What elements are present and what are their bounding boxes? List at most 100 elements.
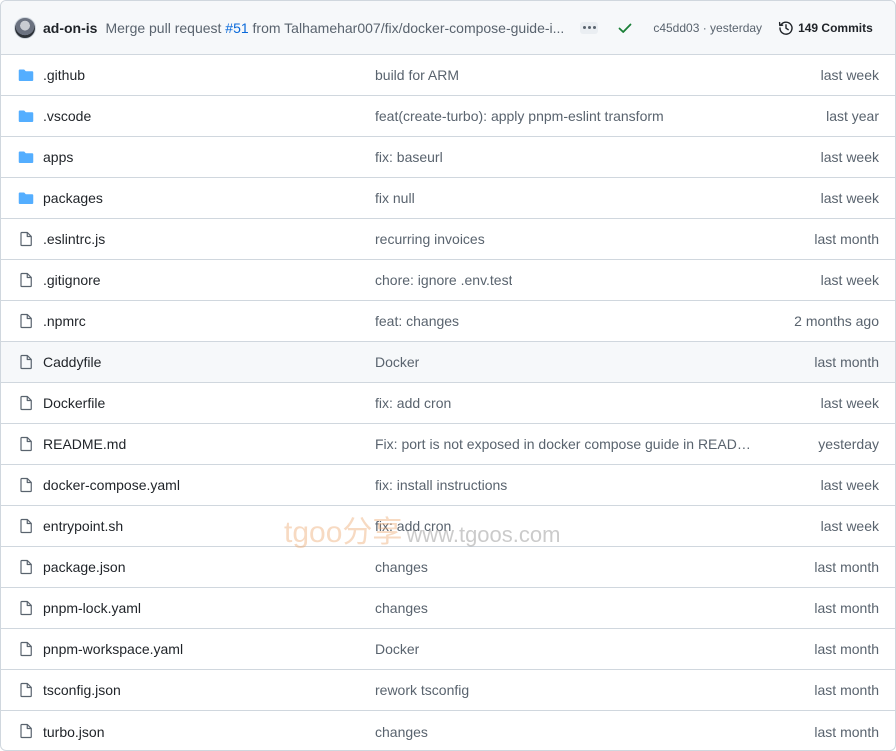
file-icon: [18, 641, 34, 657]
folder-icon: [18, 67, 34, 83]
file-commit-message-link[interactable]: changes: [375, 600, 428, 616]
file-row[interactable]: .eslintrc.js recurring invoices last month: [1, 219, 895, 260]
file-name-link[interactable]: turbo.json: [43, 724, 104, 740]
file-row[interactable]: tsconfig.json rework tsconfig last month: [1, 670, 895, 711]
file-row[interactable]: pnpm-lock.yaml changes last month: [1, 588, 895, 629]
file-icon: [18, 682, 34, 698]
file-row[interactable]: pnpm-workspace.yaml Docker last month: [1, 629, 895, 670]
file-row[interactable]: .npmrc feat: changes 2 months ago: [1, 301, 895, 342]
file-browser: ad-on-is Merge pull request #51 from Tal…: [0, 0, 896, 751]
file-row[interactable]: .github build for ARM last week: [1, 55, 895, 96]
file-commit-date: last month: [814, 231, 879, 247]
file-commit-message-link[interactable]: changes: [375, 724, 428, 740]
file-name-link[interactable]: README.md: [43, 436, 126, 452]
file-commit-message-link[interactable]: fix: add cron: [375, 395, 451, 411]
file-name-link[interactable]: packages: [43, 190, 103, 206]
file-commit-message-link[interactable]: Fix: port is not exposed in docker compo…: [375, 436, 760, 452]
file-commit-message-link[interactable]: fix: add cron: [375, 518, 451, 534]
commit-message[interactable]: Merge pull request #51 from Talhamehar00…: [105, 20, 564, 36]
file-icon: [18, 559, 34, 575]
history-icon: [778, 21, 793, 35]
file-commit-message-link[interactable]: fix: baseurl: [375, 149, 443, 165]
file-icon: [18, 723, 34, 739]
file-commit-message-link[interactable]: feat(create-turbo): apply pnpm-eslint tr…: [375, 108, 664, 124]
file-icon: [18, 436, 34, 452]
file-commit-date: 2 months ago: [794, 313, 879, 329]
file-commit-date: last week: [820, 395, 879, 411]
file-commit-date: last month: [814, 600, 879, 616]
file-name-link[interactable]: Caddyfile: [43, 354, 101, 370]
file-name-link[interactable]: Dockerfile: [43, 395, 105, 411]
folder-icon: [18, 108, 34, 124]
ellipsis-icon[interactable]: [580, 21, 599, 34]
commit-message-suffix: from Talhamehar007/fix/docker-compose-gu…: [248, 19, 565, 36]
file-name-link[interactable]: .vscode: [43, 108, 91, 124]
file-row[interactable]: .gitignore chore: ignore .env.test last we…: [1, 260, 895, 301]
file-commit-date: last week: [820, 518, 879, 534]
file-commit-message-link[interactable]: Docker: [375, 641, 419, 657]
file-name-link[interactable]: .npmrc: [43, 313, 86, 329]
file-commit-message-link[interactable]: recurring invoices: [375, 231, 485, 247]
latest-commit-bar: ad-on-is Merge pull request #51 from Tal…: [1, 1, 895, 55]
file-commit-message-link[interactable]: feat: changes: [375, 313, 459, 329]
file-commit-date: last week: [820, 190, 879, 206]
file-row[interactable]: package.json changes last month: [1, 547, 895, 588]
commits-count: 149 Commits: [798, 20, 873, 35]
file-row[interactable]: Caddyfile Docker last month: [1, 342, 895, 383]
file-commit-date: last year: [826, 108, 879, 124]
file-commit-date: last month: [814, 641, 879, 657]
pr-link[interactable]: #51: [225, 20, 248, 36]
file-row[interactable]: Dockerfile fix: add cron last week: [1, 383, 895, 424]
file-name-link[interactable]: .github: [43, 67, 85, 83]
file-icon: [18, 231, 34, 247]
commits-history-link[interactable]: 149 Commits: [778, 20, 873, 36]
check-icon[interactable]: [617, 20, 633, 36]
file-row[interactable]: docker-compose.yaml fix: install instruct…: [1, 465, 895, 506]
file-icon: [18, 395, 34, 411]
folder-icon: [18, 149, 34, 165]
author-avatar[interactable]: [14, 16, 36, 39]
file-row[interactable]: README.md Fix: port is not exposed in doc…: [1, 424, 895, 465]
file-icon: [18, 600, 34, 616]
file-commit-message-link[interactable]: chore: ignore .env.test: [375, 272, 512, 288]
file-name-link[interactable]: entrypoint.sh: [43, 518, 123, 534]
file-row[interactable]: turbo.json changes last month: [1, 711, 895, 750]
file-row[interactable]: .vscode feat(create-turbo): apply pnpm-es…: [1, 96, 895, 137]
file-row[interactable]: apps fix: baseurl last week: [1, 137, 895, 178]
file-commit-date: last week: [820, 67, 879, 83]
file-commit-date: last month: [814, 723, 879, 740]
file-commit-date: last month: [814, 682, 879, 698]
file-icon: [18, 272, 34, 288]
file-commit-date: yesterday: [818, 436, 879, 452]
file-icon: [18, 518, 34, 534]
file-name-link[interactable]: .eslintrc.js: [43, 231, 105, 247]
file-commit-message-link[interactable]: Docker: [375, 354, 419, 370]
commit-message-prefix: Merge pull request: [105, 19, 226, 36]
commit-author[interactable]: ad-on-is: [43, 20, 97, 36]
file-commit-date: last week: [820, 272, 879, 288]
file-commit-date: last month: [814, 354, 879, 370]
file-icon: [18, 477, 34, 493]
file-list: .github build for ARM last week .vscode feat…: [1, 55, 895, 750]
commit-sha-time[interactable]: c45dd03 · yesterday: [653, 21, 762, 35]
file-commit-message-link[interactable]: build for ARM: [375, 67, 459, 83]
file-commit-date: last month: [814, 559, 879, 575]
file-name-link[interactable]: apps: [43, 149, 73, 165]
file-name-link[interactable]: package.json: [43, 559, 126, 575]
file-name-link[interactable]: tsconfig.json: [43, 682, 121, 698]
file-commit-message-link[interactable]: fix null: [375, 190, 415, 206]
file-name-link[interactable]: pnpm-workspace.yaml: [43, 641, 183, 657]
file-commit-date: last week: [820, 149, 879, 165]
file-name-link[interactable]: docker-compose.yaml: [43, 477, 180, 493]
file-row[interactable]: entrypoint.sh fix: add cron last week: [1, 506, 895, 547]
file-name-link[interactable]: pnpm-lock.yaml: [43, 600, 141, 616]
file-commit-message-link[interactable]: fix: install instructions: [375, 477, 507, 493]
folder-icon: [18, 190, 34, 206]
file-icon: [18, 313, 34, 329]
file-name-link[interactable]: .gitignore: [43, 272, 101, 288]
file-row[interactable]: packages fix null last week: [1, 178, 895, 219]
file-commit-date: last week: [820, 477, 879, 493]
file-commit-message-link[interactable]: rework tsconfig: [375, 682, 469, 698]
file-commit-message-link[interactable]: changes: [375, 559, 428, 575]
file-icon: [18, 354, 34, 370]
